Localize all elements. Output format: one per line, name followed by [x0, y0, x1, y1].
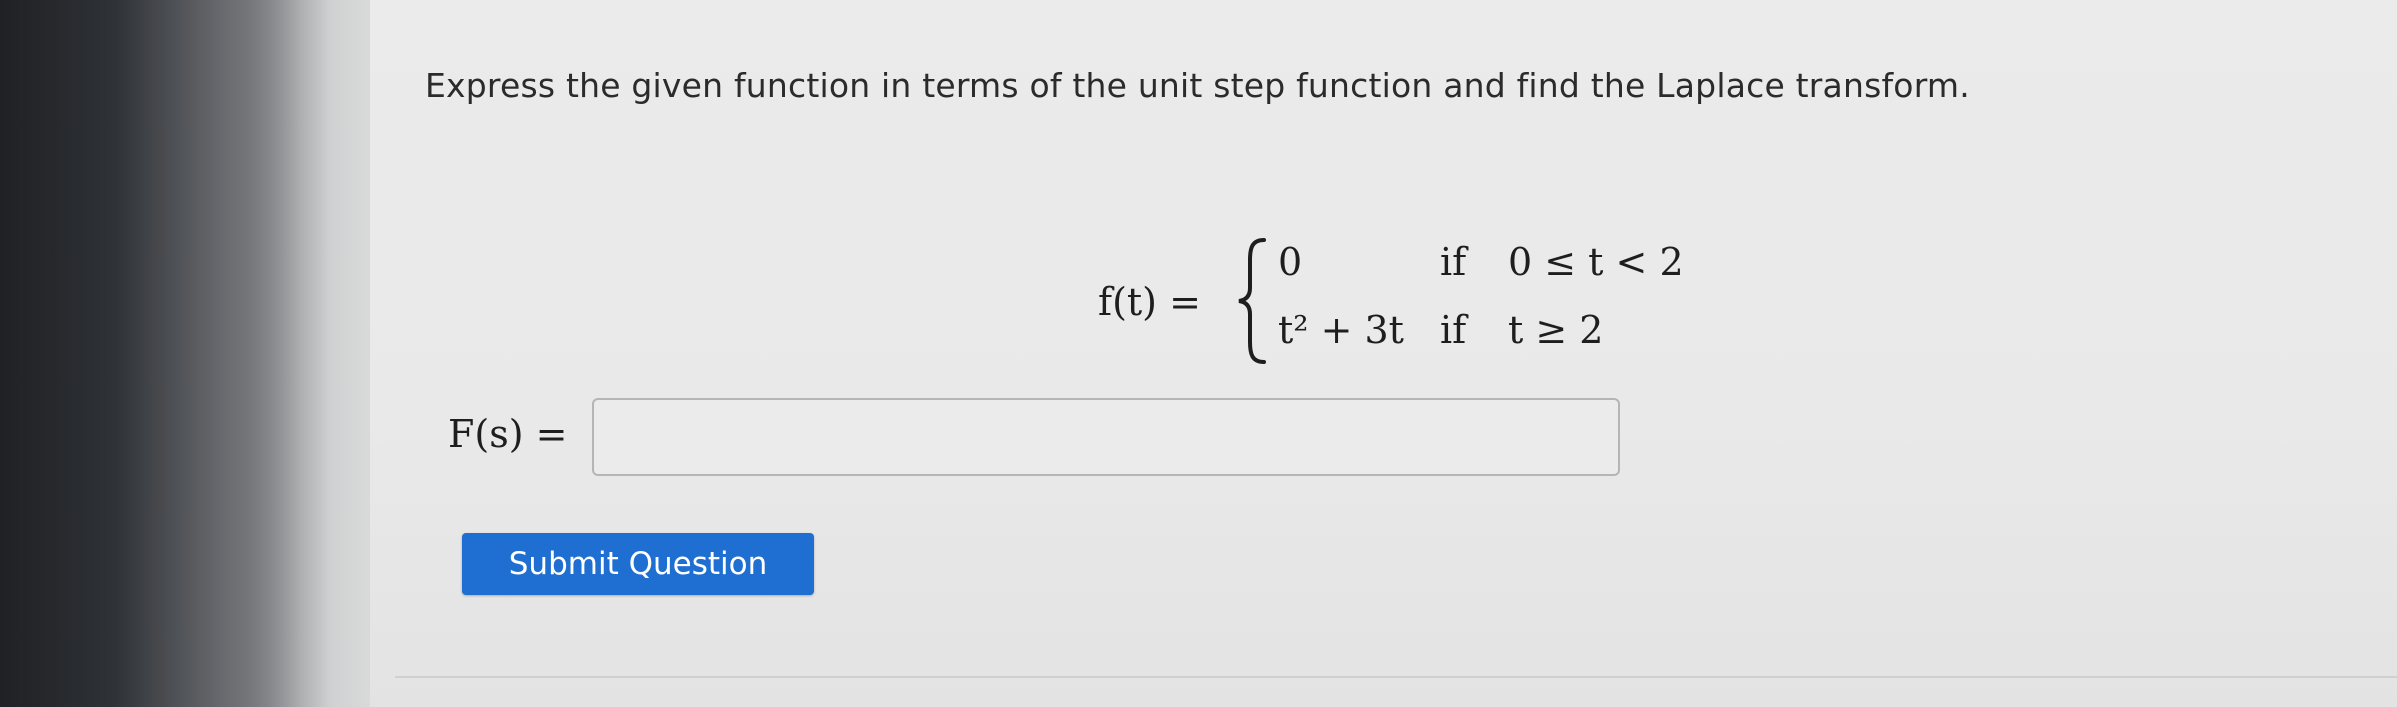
case-1-condition: 0 ≤ t < 2 [1508, 240, 1684, 284]
function-label: f(t) = [1098, 280, 1201, 324]
answer-input[interactable] [592, 398, 1620, 476]
submit-question-button[interactable]: Submit Question [462, 533, 814, 595]
case-2-expression: t² + 3t [1278, 308, 1404, 352]
question-text: Express the given function in terms of t… [425, 66, 1970, 105]
case-1-if: if [1440, 240, 1467, 284]
monitor-bezel [0, 0, 330, 707]
case-2-if: if [1440, 308, 1467, 352]
answer-label: F(s) = [448, 412, 568, 456]
divider [395, 676, 2397, 678]
case-1-expression: 0 [1278, 240, 1303, 284]
piecewise-brace [1238, 238, 1266, 364]
case-2-condition: t ≥ 2 [1508, 308, 1604, 352]
question-panel [370, 0, 2397, 707]
